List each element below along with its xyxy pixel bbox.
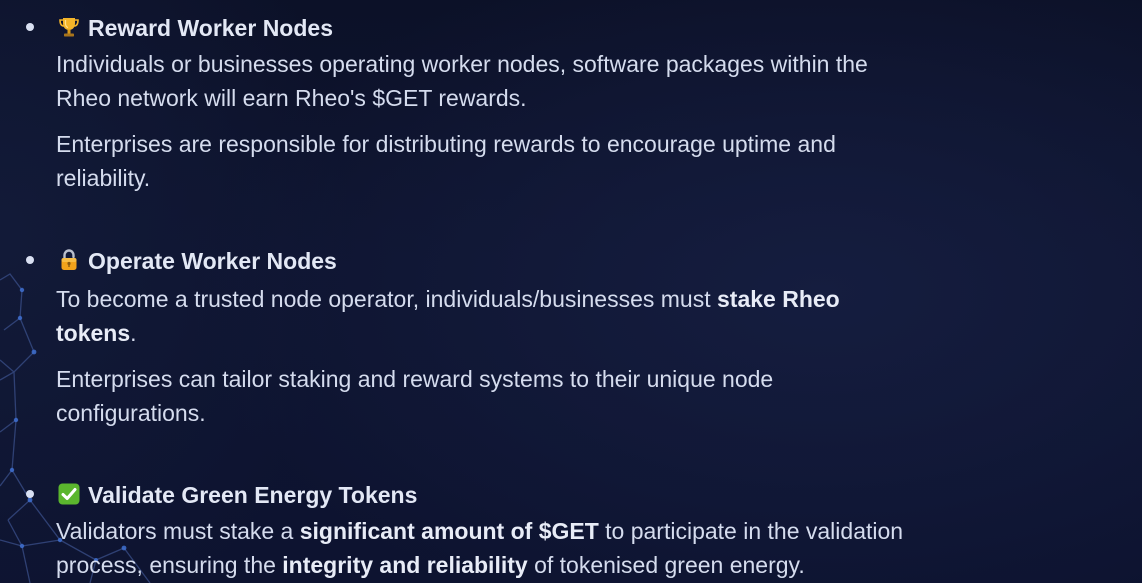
bullet-dot (26, 490, 34, 498)
emphasis-text: tokens (56, 320, 131, 346)
description-line: reliability. (56, 165, 151, 191)
feature-list-panel: Reward Worker Nodes Individuals or busin… (0, 0, 1142, 583)
bullet-dot (26, 23, 34, 31)
emphasis-text: integrity and reliability (282, 552, 528, 578)
item-heading: Validate Green Energy Tokens (88, 482, 418, 508)
description-line: Enterprises can tailor staking and rewar… (56, 366, 774, 392)
emphasis-text: significant amount of $GET (299, 518, 599, 544)
description-line: Rheo network will earn Rheo's $GET rewar… (56, 85, 527, 111)
item-heading: Reward Worker Nodes (88, 15, 333, 41)
description-line: Validators must stake a significant amou… (56, 517, 903, 545)
description-text: of tokenised green energy. (527, 552, 805, 578)
description-text: to participate in the validation (598, 518, 904, 544)
description-line: Individuals or businesses operating work… (56, 51, 868, 77)
description-line: tokens. (56, 319, 137, 347)
description-line: To become a trusted node operator, indiv… (56, 285, 840, 313)
check-mark-icon (57, 482, 81, 506)
description-line: process, ensuring the integrity and reli… (56, 551, 805, 579)
bullet-dot (26, 256, 34, 264)
description-text: To become a trusted node operator, indiv… (56, 286, 717, 312)
description-line: Enterprises are responsible for distribu… (56, 131, 836, 157)
description-text: Validators must stake a (56, 518, 300, 544)
lock-icon (57, 248, 81, 272)
description-text: process, ensuring the (56, 552, 283, 578)
trophy-icon (57, 15, 81, 39)
description-text: . (130, 320, 137, 346)
emphasis-text: stake Rheo (717, 286, 840, 312)
item-heading: Operate Worker Nodes (88, 248, 337, 274)
description-line: configurations. (56, 400, 206, 426)
